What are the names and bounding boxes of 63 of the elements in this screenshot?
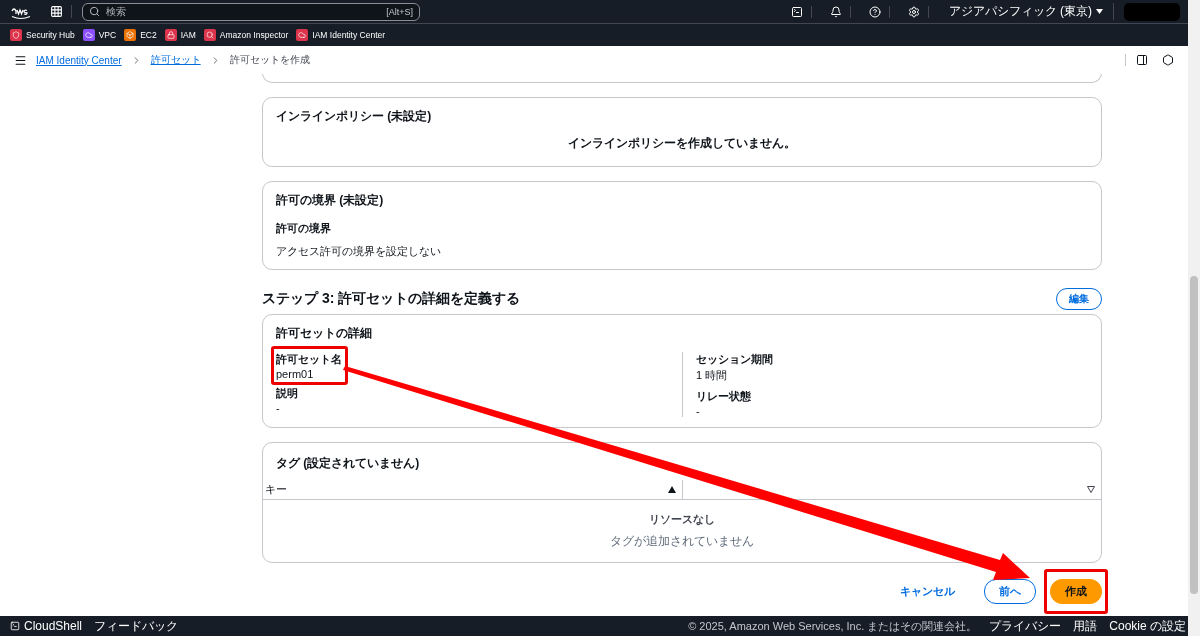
cloudshell-button[interactable]: CloudShell [10, 619, 83, 633]
field-value: 1 時間 [696, 368, 729, 383]
breadcrumb[interactable]: 許可セット [150, 53, 201, 67]
breadcrumb[interactable]: IAM Identity Center [36, 54, 122, 66]
hexagon-icon[interactable] [1162, 54, 1174, 66]
apps-menu-icon[interactable] [50, 5, 63, 18]
favorite-link[interactable]: IAM [164, 29, 196, 41]
favorite-label: Amazon Inspector [219, 30, 289, 40]
field-label: リレー状態 [696, 389, 751, 404]
search-icon [89, 6, 100, 17]
panel-icon[interactable] [1136, 54, 1148, 66]
scrollbar[interactable] [1188, 0, 1200, 636]
card-title: タグ (設定されていません) [275, 455, 421, 472]
help-icon[interactable] [868, 5, 881, 18]
empty-message: タグが追加されていません [610, 533, 754, 550]
create-button[interactable]: 作成 [1050, 579, 1102, 604]
empty-message: インラインポリシーを作成していません。 [567, 135, 797, 152]
favorite-link[interactable]: EC2 [124, 29, 157, 41]
breadcrumb[interactable]: 許可セットを作成 [229, 53, 310, 67]
field-value: - [696, 405, 701, 417]
search-field[interactable]: 検索 [Alt+S] [82, 2, 420, 21]
step-heading: ステップ 3: 許可セットの詳細を定義する [262, 290, 521, 308]
caret-icon [1096, 9, 1103, 14]
notifications-icon[interactable] [829, 5, 842, 18]
field-label: セッション期間 [696, 352, 773, 367]
favorite-link[interactable]: Amazon Inspector [203, 29, 289, 41]
previous-button[interactable]: 前へ [984, 579, 1036, 604]
region-selector[interactable]: アジアパシフィック (東京) [938, 3, 1114, 20]
shortcut-hint: [Alt+S] [386, 6, 413, 17]
search-input[interactable]: 検索 [106, 6, 381, 17]
footer-link[interactable]: プライバシー [989, 617, 1062, 635]
field-value: - [276, 402, 281, 414]
terminal-icon [10, 621, 20, 631]
menu-icon[interactable] [14, 53, 27, 67]
favorite-link[interactable]: VPC [82, 29, 117, 41]
edit-button[interactable]: 編集 [1056, 288, 1102, 310]
empty-title: リソースなし [649, 512, 715, 527]
field-label: 許可の境界 [276, 221, 332, 236]
card-title: インラインポリシー (未設定) [276, 108, 433, 125]
terminal-icon[interactable] [790, 5, 803, 18]
footer-link[interactable]: 用語 [1073, 617, 1098, 635]
sort-icon[interactable] [1087, 486, 1095, 493]
favorite-link[interactable]: Security Hub [10, 29, 75, 41]
field-value: perm01 [276, 368, 315, 380]
column-header[interactable]: キー [265, 482, 287, 497]
favorite-label: VPC [98, 30, 117, 40]
favorite-label: Security Hub [26, 30, 75, 40]
cancel-button[interactable]: キャンセル [885, 579, 970, 604]
favorite-label: IAM [180, 30, 196, 40]
footer-link[interactable]: Cookie の設定 [1109, 617, 1186, 635]
favorite-label: IAM Identity Center [312, 30, 386, 40]
feedback-link[interactable]: フィードバック [94, 617, 179, 635]
settings-icon[interactable] [907, 5, 920, 18]
favorite-label: EC2 [140, 30, 157, 40]
copyright-text: © 2025, Amazon Web Services, Inc. またはその関連会社。 [688, 618, 978, 634]
card-title: 許可セットの詳細 [276, 325, 373, 342]
favorite-link[interactable]: IAM Identity Center [296, 29, 386, 41]
card-title: 許可の境界 (未設定) [276, 192, 385, 209]
field-value: アクセス許可の境界を設定しない [276, 244, 442, 259]
sort-ascending-icon[interactable] [668, 486, 676, 493]
field-label: 説明 [276, 386, 298, 401]
highlight-frame [1044, 569, 1108, 614]
field-label: 許可セット名 [276, 352, 342, 367]
